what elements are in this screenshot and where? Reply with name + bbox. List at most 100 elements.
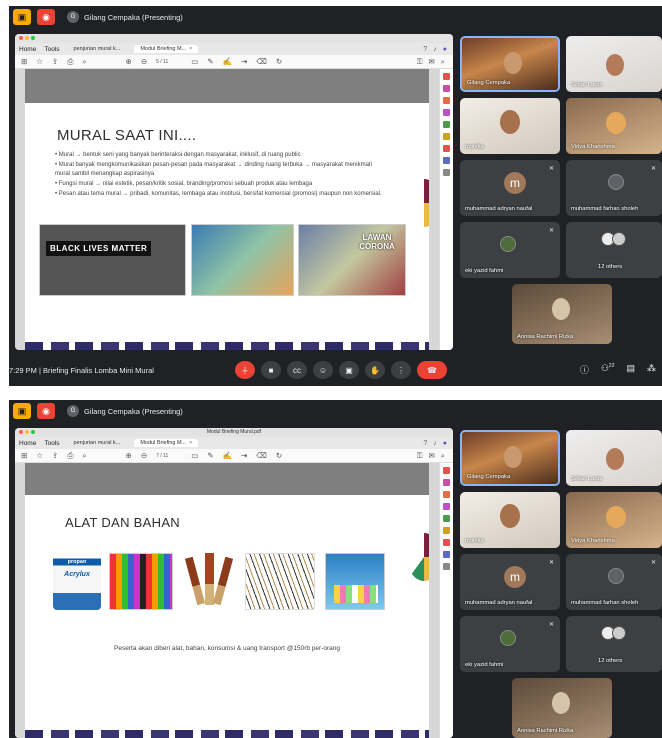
mail-icon[interactable]: ✉ xyxy=(429,57,435,67)
maximize-icon[interactable] xyxy=(31,36,35,40)
zoom-icon[interactable]: ⌕ xyxy=(441,451,445,461)
participant-tile[interactable]: ✕ eki yazid fahmi xyxy=(460,222,560,278)
comment-icon[interactable]: ▭ xyxy=(191,57,198,66)
menu-home[interactable]: Home xyxy=(19,440,36,447)
edit-pdf-icon[interactable] xyxy=(443,479,450,486)
more-options-button[interactable]: ⋮ xyxy=(391,361,411,379)
create-pdf-icon[interactable] xyxy=(443,491,450,498)
export-pdf-icon[interactable] xyxy=(443,73,450,80)
bell-icon[interactable]: ♪ xyxy=(433,440,437,447)
record-icon[interactable]: ◉ xyxy=(37,403,55,419)
close-icon[interactable] xyxy=(19,36,23,40)
redact-icon[interactable] xyxy=(443,145,450,152)
combine-icon[interactable] xyxy=(443,515,450,522)
tab-close-icon[interactable]: × xyxy=(189,440,192,446)
search-icon[interactable]: ⌕ xyxy=(82,57,86,67)
pen-icon[interactable]: ✎ xyxy=(207,451,213,460)
redact-icon[interactable] xyxy=(443,539,450,546)
protect-icon[interactable] xyxy=(443,551,450,558)
participant-tile[interactable]: Sekar Laras xyxy=(566,430,662,486)
protect-icon[interactable] xyxy=(443,157,450,164)
record-icon[interactable]: ◉ xyxy=(37,9,55,25)
info-icon[interactable]: ⓘ xyxy=(580,363,589,376)
organize-icon[interactable] xyxy=(443,527,450,534)
participant-tile[interactable]: Annisa Rachimi Rizka xyxy=(512,678,612,738)
menu-tools[interactable]: Tools xyxy=(44,46,59,53)
create-icon[interactable]: ⊞ xyxy=(21,451,27,460)
next-page-icon[interactable]: ⊖ xyxy=(141,57,147,66)
comment-tool-icon[interactable] xyxy=(443,109,450,116)
upload-icon[interactable]: ⇪ xyxy=(52,451,58,460)
minimize-icon[interactable] xyxy=(25,36,29,40)
pen-icon[interactable]: ✎ xyxy=(207,57,213,66)
upload-icon[interactable]: ⇪ xyxy=(52,57,58,66)
share-icon[interactable]: ⇥ xyxy=(241,57,247,66)
rotate-icon[interactable]: ↻ xyxy=(276,57,282,66)
minimize-icon[interactable] xyxy=(25,430,29,434)
participant-tile[interactable]: m ✕ muhammad adryan naufal xyxy=(460,554,560,610)
search-icon[interactable]: ⌕ xyxy=(82,451,86,461)
others-tile[interactable]: 12 others xyxy=(566,616,662,672)
participant-tile[interactable]: m ✕ muhammad adryan naufal xyxy=(460,160,560,216)
organize-icon[interactable] xyxy=(443,133,450,140)
emoji-button[interactable]: ☺ xyxy=(313,361,333,379)
participant-tile[interactable]: Vidya Kharishma xyxy=(566,492,662,548)
delete-icon[interactable]: ⌫ xyxy=(256,57,267,66)
tab-penjurian[interactable]: penjurian mural k... xyxy=(68,45,127,53)
participant-tile[interactable]: ✕ eki yazid fahmi xyxy=(460,616,560,672)
people-icon[interactable]: ⚇22 xyxy=(601,363,615,376)
participant-tile[interactable]: monika xyxy=(460,98,560,154)
prev-page-icon[interactable]: ⊕ xyxy=(126,57,132,66)
share-icon[interactable]: ⇥ xyxy=(241,451,247,460)
captions-button[interactable]: cc xyxy=(287,361,307,379)
export-pdf-icon[interactable] xyxy=(443,467,450,474)
bookmark-icon[interactable]: ☆ xyxy=(36,57,43,66)
menu-home[interactable]: Home xyxy=(19,46,36,53)
more-tools-icon[interactable] xyxy=(443,563,450,570)
print-icon[interactable]: ⎙ xyxy=(67,57,73,67)
account-icon[interactable]: ● xyxy=(443,46,447,53)
lock-icon[interactable]: ⚿ xyxy=(417,57,423,67)
close-icon[interactable] xyxy=(19,430,23,434)
participant-tile[interactable]: ⋯ Gilang Cempaka xyxy=(460,430,560,486)
present-icon[interactable]: ▣ xyxy=(13,403,31,419)
account-icon[interactable]: ● xyxy=(443,440,447,447)
chat-icon[interactable]: ▤ xyxy=(626,363,635,376)
help-icon[interactable]: ? xyxy=(423,440,427,447)
participant-tile[interactable]: ✕ muhammad farhan sholeh xyxy=(566,554,662,610)
participant-tile[interactable]: Annisa Rachimi Rizka xyxy=(512,284,612,344)
tab-modul-briefing[interactable]: Modul Briefing M... × xyxy=(134,439,199,447)
leave-call-button[interactable]: ☎ xyxy=(417,361,447,379)
sign-icon[interactable]: ✍ xyxy=(223,451,232,460)
delete-icon[interactable]: ⌫ xyxy=(256,451,267,460)
participant-tile[interactable]: ⋮⋮ Gilang Cempaka xyxy=(460,36,560,92)
edit-pdf-icon[interactable] xyxy=(443,85,450,92)
raise-hand-button[interactable]: ✋ xyxy=(365,361,385,379)
create-pdf-icon[interactable] xyxy=(443,97,450,104)
maximize-icon[interactable] xyxy=(31,430,35,434)
present-icon[interactable]: ▣ xyxy=(13,9,31,25)
zoom-icon[interactable]: ⌕ xyxy=(441,57,445,67)
tab-modul-briefing[interactable]: Modul Briefing M... × xyxy=(134,45,199,53)
help-icon[interactable]: ? xyxy=(423,46,427,53)
more-tools-icon[interactable] xyxy=(443,169,450,176)
others-tile[interactable]: 12 others xyxy=(566,222,662,278)
prev-page-icon[interactable]: ⊕ xyxy=(126,451,132,460)
combine-icon[interactable] xyxy=(443,121,450,128)
tab-penjurian[interactable]: penjurian mural k... xyxy=(68,439,127,447)
rotate-icon[interactable]: ↻ xyxy=(276,451,282,460)
present-button[interactable]: ▣ xyxy=(339,361,359,379)
menu-tools[interactable]: Tools xyxy=(44,440,59,447)
print-icon[interactable]: ⎙ xyxy=(67,451,73,461)
participant-tile[interactable]: monika xyxy=(460,492,560,548)
mail-icon[interactable]: ✉ xyxy=(429,451,435,461)
bookmark-icon[interactable]: ☆ xyxy=(36,451,43,460)
next-page-icon[interactable]: ⊖ xyxy=(141,451,147,460)
sign-icon[interactable]: ✍ xyxy=(223,57,232,66)
participant-tile[interactable]: Vidya Kharishma xyxy=(566,98,662,154)
tab-close-icon[interactable]: × xyxy=(189,46,192,52)
participant-tile[interactable]: Sekar Laras xyxy=(566,36,662,92)
comment-icon[interactable]: ▭ xyxy=(191,451,198,460)
camera-button[interactable]: ■ xyxy=(261,361,281,379)
mic-off-button[interactable]: ⏚ xyxy=(235,361,255,379)
